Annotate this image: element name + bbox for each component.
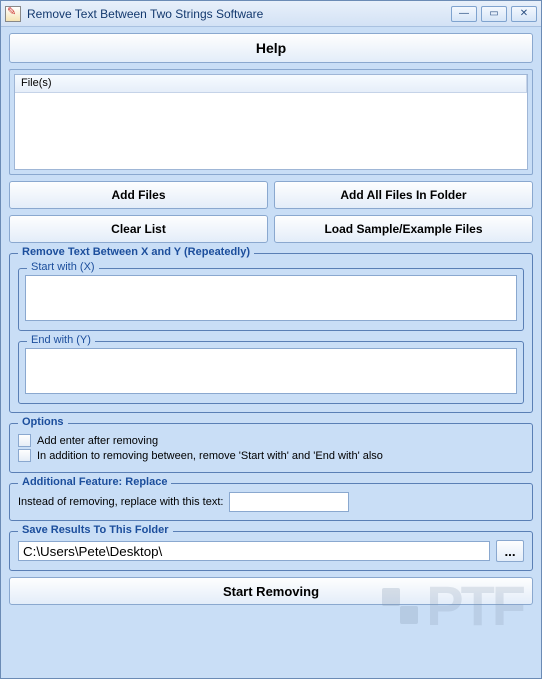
remove-group-title: Remove Text Between X and Y (Repeatedly) <box>18 246 254 258</box>
add-files-button[interactable]: Add Files <box>9 181 268 209</box>
end-with-group: End with (Y) <box>18 341 524 404</box>
options-group: Options Add enter after removing In addi… <box>9 423 533 473</box>
remove-markers-label: In addition to removing between, remove … <box>37 450 383 462</box>
start-with-input[interactable] <box>25 275 517 321</box>
start-with-label: Start with (X) <box>27 261 99 273</box>
minimize-button[interactable]: — <box>451 6 477 22</box>
window-title: Remove Text Between Two Strings Software <box>27 7 447 21</box>
add-enter-checkbox[interactable] <box>18 434 31 447</box>
replace-group: Additional Feature: Replace Instead of r… <box>9 483 533 521</box>
add-all-files-button[interactable]: Add All Files In Folder <box>274 181 533 209</box>
files-list-header: File(s) <box>15 75 527 93</box>
remove-group: Remove Text Between X and Y (Repeatedly)… <box>9 253 533 413</box>
client-area: Help File(s) Add Files Add All Files In … <box>1 27 541 678</box>
browse-button[interactable]: ... <box>496 540 524 562</box>
save-group: Save Results To This Folder ... <box>9 531 533 571</box>
load-sample-button[interactable]: Load Sample/Example Files <box>274 215 533 243</box>
save-group-title: Save Results To This Folder <box>18 524 173 536</box>
replace-input[interactable] <box>229 492 349 512</box>
end-with-label: End with (Y) <box>27 334 95 346</box>
app-icon <box>5 6 21 22</box>
files-panel: File(s) <box>9 69 533 175</box>
maximize-button[interactable]: ▭ <box>481 6 507 22</box>
clear-list-button[interactable]: Clear List <box>9 215 268 243</box>
add-enter-label: Add enter after removing <box>37 435 158 447</box>
save-path-input[interactable] <box>18 541 490 561</box>
close-button[interactable]: ✕ <box>511 6 537 22</box>
end-with-input[interactable] <box>25 348 517 394</box>
files-list[interactable]: File(s) <box>14 74 528 170</box>
replace-group-title: Additional Feature: Replace <box>18 476 171 488</box>
options-group-title: Options <box>18 416 68 428</box>
replace-label: Instead of removing, replace with this t… <box>18 496 223 508</box>
start-with-group: Start with (X) <box>18 268 524 331</box>
start-removing-button[interactable]: Start Removing <box>9 577 533 605</box>
help-button[interactable]: Help <box>9 33 533 63</box>
remove-markers-checkbox[interactable] <box>18 449 31 462</box>
files-column-header[interactable]: File(s) <box>15 75 527 92</box>
app-window: Remove Text Between Two Strings Software… <box>0 0 542 679</box>
titlebar: Remove Text Between Two Strings Software… <box>1 1 541 27</box>
